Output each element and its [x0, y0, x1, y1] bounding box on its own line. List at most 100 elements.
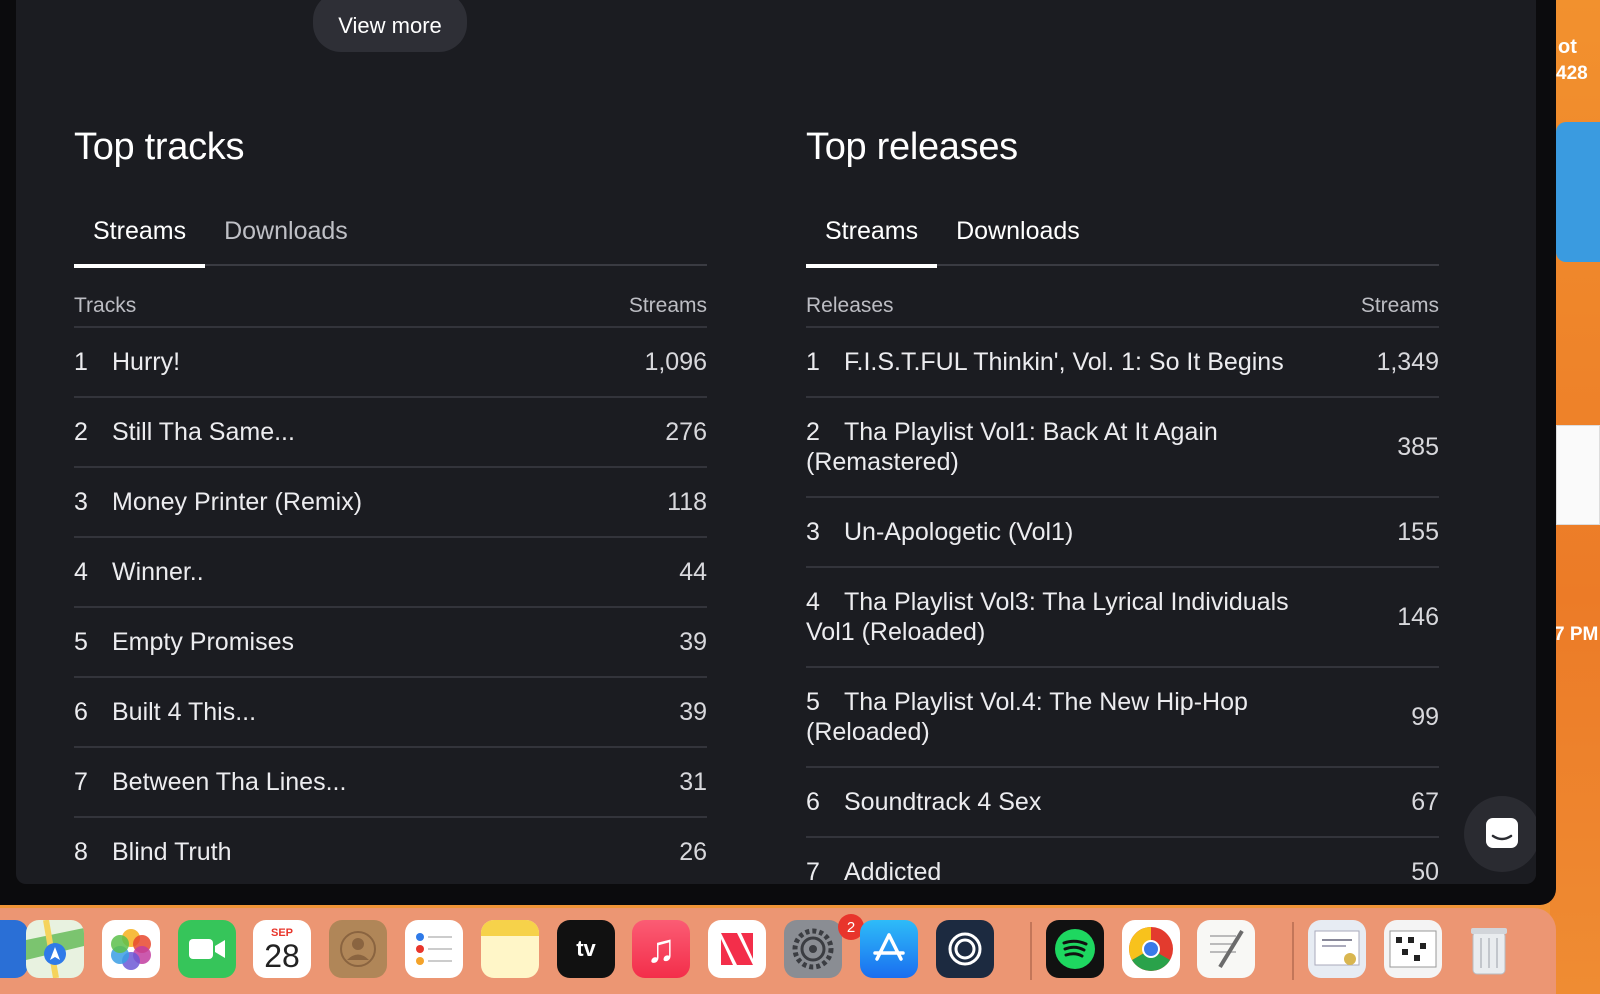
table-row[interactable]: 3 Money Printer (Remix) 118 — [74, 468, 707, 538]
photos-icon[interactable] — [102, 920, 160, 978]
track-name[interactable]: Empty Promises — [112, 627, 294, 657]
track-streams: 26 — [679, 837, 707, 866]
onepassword-icon[interactable] — [936, 920, 994, 978]
track-streams: 276 — [665, 417, 707, 446]
facetime-icon[interactable] — [178, 920, 236, 978]
table-row[interactable]: 6 Soundtrack 4 Sex 67 — [806, 768, 1439, 838]
table-row[interactable]: 4 Winner.. 44 — [74, 538, 707, 608]
tab-releases-downloads[interactable]: Downloads — [937, 208, 1099, 266]
releases-table-header: Releases Streams — [806, 294, 1439, 328]
track-rank: 3 — [74, 488, 88, 516]
release-rank: 1 — [806, 348, 820, 376]
table-row[interactable]: 1 Hurry! 1,096 — [74, 328, 707, 398]
tracks-column-header: Tracks — [74, 294, 137, 317]
news-icon[interactable] — [708, 920, 766, 978]
finder-icon[interactable] — [0, 920, 28, 978]
release-streams: 67 — [1411, 787, 1439, 816]
settings-icon[interactable] — [784, 920, 842, 978]
calendar-icon[interactable]: SEP 28 — [253, 920, 311, 978]
track-name[interactable]: Blind Truth — [112, 837, 232, 867]
tab-tracks-streams[interactable]: Streams — [74, 208, 206, 268]
view-more-button[interactable]: View more — [313, 0, 467, 52]
release-name[interactable]: Tha Playlist Vol1: Back At It Again (Rem… — [806, 418, 1218, 476]
release-streams: 50 — [1411, 857, 1439, 885]
releases-table-body: 1 F.I.S.T.FUL Thinkin', Vol. 1: So It Beg… — [806, 328, 1439, 884]
release-streams: 155 — [1397, 517, 1439, 546]
desktop-label-fragment: ot — [1558, 36, 1577, 58]
trash-icon[interactable] — [1460, 920, 1518, 978]
track-streams: 31 — [679, 767, 707, 796]
calendar-day: 28 — [264, 938, 300, 974]
tracks-table-body: 1 Hurry! 1,096 2 Still Tha Same... 276 3 Mo… — [74, 328, 707, 884]
table-row[interactable]: 1 F.I.S.T.FUL Thinkin', Vol. 1: So It Beg… — [806, 328, 1439, 398]
top-tracks-panel: Top tracks Streams Downloads Tracks Stre… — [74, 126, 707, 884]
table-row[interactable]: 5 Tha Playlist Vol.4: The New Hip-Hop (Re… — [806, 668, 1439, 768]
release-rank: 6 — [806, 788, 820, 816]
table-row[interactable]: 7 Between Tha Lines... 31 — [74, 748, 707, 818]
music-icon[interactable]: ♫ — [632, 920, 690, 978]
top-tracks-tabs: Streams Downloads — [74, 208, 707, 268]
track-streams: 118 — [667, 487, 707, 516]
tab-tracks-downloads[interactable]: Downloads — [205, 208, 367, 266]
release-rank: 4 — [806, 588, 820, 616]
table-row[interactable]: 2 Tha Playlist Vol1: Back At It Again (Re… — [806, 398, 1439, 498]
dock-separator — [1292, 922, 1294, 980]
track-name[interactable]: Between Tha Lines... — [112, 767, 346, 797]
notes-icon[interactable] — [481, 920, 539, 978]
table-row[interactable]: 7 Addicted 50 — [806, 838, 1439, 885]
track-name[interactable]: Money Printer (Remix) — [112, 487, 362, 517]
dock-separator — [1030, 922, 1032, 980]
release-name[interactable]: Tha Playlist Vol.4: The New Hip-Hop (Rel… — [806, 688, 1248, 746]
desktop-label-numbers: 428 — [1556, 63, 1588, 84]
tab-releases-streams[interactable]: Streams — [806, 208, 938, 268]
release-rank: 5 — [806, 688, 820, 716]
reminders-icon[interactable] — [405, 920, 463, 978]
track-rank: 4 — [74, 558, 88, 586]
textedit-icon[interactable] — [1197, 920, 1255, 978]
track-name[interactable]: Still Tha Same... — [112, 417, 295, 447]
release-name[interactable]: Addicted — [844, 858, 941, 884]
tracks-table-header: Tracks Streams — [74, 294, 707, 328]
release-name[interactable]: Soundtrack 4 Sex — [844, 788, 1041, 816]
chat-button[interactable] — [1464, 796, 1536, 872]
track-rank: 1 — [74, 348, 88, 376]
releases-column-header: Releases — [806, 294, 894, 317]
release-rank: 7 — [806, 858, 820, 884]
release-streams: 146 — [1397, 602, 1439, 631]
desktop-clock-fragment: 7 PM — [1554, 624, 1599, 645]
streams-column-header: Streams — [1360, 294, 1439, 317]
spotify-icon[interactable] — [1046, 920, 1104, 978]
chat-icon — [1486, 818, 1518, 848]
appstore-icon[interactable] — [860, 920, 918, 978]
release-name[interactable]: F.I.S.T.FUL Thinkin', Vol. 1: So It Begi… — [844, 348, 1284, 376]
table-row[interactable]: 4 Tha Playlist Vol3: Tha Lyrical Individu… — [806, 568, 1439, 668]
track-name[interactable]: Hurry! — [112, 347, 180, 377]
appletv-icon[interactable]: tv — [557, 920, 615, 978]
track-streams: 39 — [679, 697, 707, 726]
top-tracks-title: Top tracks — [74, 126, 245, 168]
table-row[interactable]: 5 Empty Promises 39 — [74, 608, 707, 678]
release-streams: 385 — [1397, 432, 1439, 461]
release-name[interactable]: Un-Apologetic (Vol1) — [844, 518, 1073, 546]
table-row[interactable]: 8 Blind Truth 26 — [74, 818, 707, 884]
chrome-icon[interactable] — [1122, 920, 1180, 978]
maps-icon[interactable] — [26, 920, 84, 978]
desktop-document-icon[interactable] — [1556, 425, 1600, 525]
streams-column-header: Streams — [628, 294, 707, 317]
track-name[interactable]: Built 4 This... — [112, 697, 256, 727]
table-row[interactable]: 6 Built 4 This... 39 — [74, 678, 707, 748]
dock: SEP 28 tv ♫ 2 — [0, 908, 1556, 994]
crossword-icon[interactable] — [1384, 920, 1442, 978]
table-row[interactable]: 3 Un-Apologetic (Vol1) 155 — [806, 498, 1439, 568]
track-rank: 6 — [74, 698, 88, 726]
browser-window: View more Top tracks Streams Downloads T… — [0, 0, 1556, 905]
contacts-icon[interactable] — [329, 920, 387, 978]
track-name[interactable]: Winner.. — [112, 557, 204, 587]
table-row[interactable]: 2 Still Tha Same... 276 — [74, 398, 707, 468]
release-name[interactable]: Tha Playlist Vol3: Tha Lyrical Individua… — [806, 588, 1289, 646]
track-rank: 7 — [74, 768, 88, 796]
certificate-icon[interactable] — [1308, 920, 1366, 978]
track-rank: 8 — [74, 838, 88, 866]
desktop-folder-icon[interactable] — [1556, 122, 1600, 262]
page-content: View more Top tracks Streams Downloads T… — [16, 0, 1536, 884]
